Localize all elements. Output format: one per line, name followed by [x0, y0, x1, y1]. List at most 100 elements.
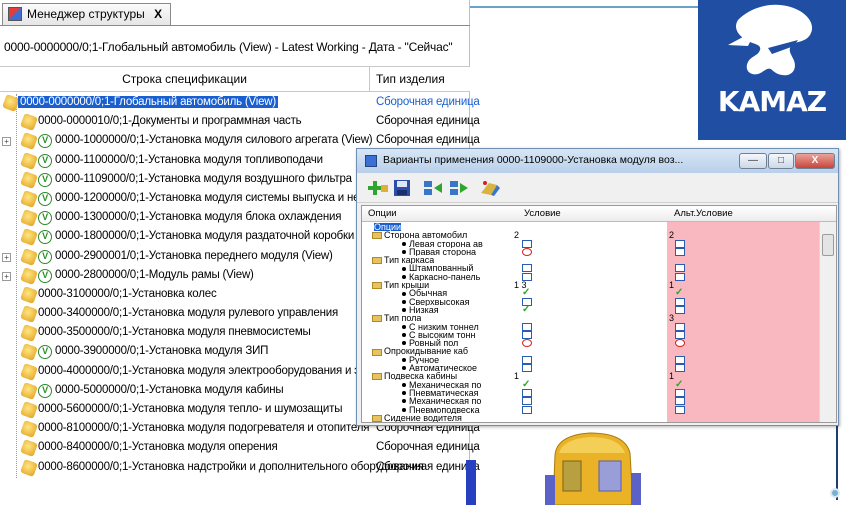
tab-structure-manager[interactable]: Менеджер структуры X: [2, 3, 172, 25]
option-label-cell[interactable]: С высоким тонн: [402, 331, 475, 339]
option-label-cell[interactable]: С низким тоннел: [402, 323, 479, 331]
option-label-cell[interactable]: Штампованный: [402, 264, 473, 272]
option-row[interactable]: Тип пола 3: [362, 314, 820, 323]
option-row[interactable]: Правая сторона: [362, 247, 820, 256]
alt-condition-checkbox[interactable]: [675, 239, 685, 248]
option-row[interactable]: Пневматическая: [362, 388, 820, 397]
option-row[interactable]: Сидение водителя: [362, 414, 820, 422]
option-row[interactable]: Обычная ✓ ✓: [362, 288, 820, 298]
condition-checkbox[interactable]: [522, 397, 532, 406]
option-label-cell[interactable]: Ручное: [402, 356, 439, 364]
alt-condition-checkbox[interactable]: [675, 397, 685, 406]
option-row[interactable]: Тип каркаса: [362, 256, 820, 265]
close-button[interactable]: X: [795, 153, 835, 169]
option-label-cell[interactable]: Обычная: [402, 289, 447, 297]
option-label-cell[interactable]: Автоматическое: [402, 364, 477, 372]
option-label-cell[interactable]: Правая сторона: [402, 248, 476, 256]
option-label-cell[interactable]: Водительское си: [402, 422, 479, 423]
option-label-cell[interactable]: Тип пола: [372, 314, 421, 323]
option-label-cell[interactable]: Сторона автомобил: [372, 231, 467, 240]
option-row[interactable]: Опрокидывание каб: [362, 347, 820, 356]
option-label-cell[interactable]: Левая сторона ав: [402, 240, 483, 248]
option-label-cell[interactable]: Пневмоподвеска: [402, 406, 480, 414]
alt-condition-checkbox[interactable]: [675, 405, 685, 414]
option-label-cell[interactable]: Пневматическая: [402, 389, 478, 397]
condition-checkbox[interactable]: [522, 239, 532, 248]
alt-condition-checkbox[interactable]: [675, 355, 685, 364]
collapse-tree-icon[interactable]: [449, 179, 471, 197]
column-header-alt-condition[interactable]: Альт.Условие: [674, 208, 733, 219]
close-tab-icon[interactable]: X: [154, 7, 162, 21]
option-label-cell[interactable]: Каркасно-панель: [402, 273, 480, 281]
alt-condition-checkbox[interactable]: [675, 264, 685, 273]
condition-checkbox[interactable]: [522, 422, 532, 423]
option-row[interactable]: Сторона автомобил 2 2: [362, 231, 820, 240]
option-label-cell[interactable]: Механическая по: [402, 381, 481, 389]
alt-condition-check-icon[interactable]: ✓: [675, 379, 685, 389]
option-row[interactable]: Подвеска кабины 1 1: [362, 372, 820, 381]
column-header-spec-line[interactable]: Строка спецификации: [0, 67, 370, 91]
option-label-cell[interactable]: Сверхвысокая: [402, 298, 469, 306]
option-label-cell[interactable]: Опции: [374, 223, 402, 231]
condition-forbidden-icon[interactable]: [522, 247, 532, 256]
option-label-cell[interactable]: Подвеска кабины: [372, 372, 457, 381]
alt-condition-check-icon[interactable]: ✓: [675, 288, 685, 298]
condition-checkbox[interactable]: [522, 364, 532, 373]
alt-condition-checkbox[interactable]: [675, 422, 685, 423]
condition-checkbox[interactable]: [522, 355, 532, 364]
option-row[interactable]: Ровный пол: [362, 339, 820, 348]
option-row[interactable]: Сверхвысокая: [362, 297, 820, 306]
option-row[interactable]: Механическая по: [362, 397, 820, 406]
table-row[interactable]: 0000-0000000/0;1-Глобальный автомобиль (…: [0, 94, 480, 113]
condition-checkbox[interactable]: [522, 330, 532, 339]
condition-forbidden-icon[interactable]: [522, 339, 532, 348]
condition-check-icon[interactable]: ✓: [522, 304, 532, 314]
option-row[interactable]: С высоким тонн: [362, 330, 820, 339]
table-row[interactable]: 0000-8400000/0;1-Установка модуля оперен…: [0, 439, 480, 458]
condition-checkbox[interactable]: [522, 264, 532, 273]
alt-condition-checkbox[interactable]: [675, 297, 685, 306]
table-row[interactable]: 0000-0000010/0;1-Документы и программная…: [0, 113, 480, 132]
alt-condition-checkbox[interactable]: [675, 330, 685, 339]
option-label-cell[interactable]: Тип крыши: [372, 281, 429, 290]
option-row[interactable]: Ручное: [362, 355, 820, 364]
condition-check-icon[interactable]: ✓: [522, 379, 532, 389]
option-row[interactable]: Механическая по ✓ ✓: [362, 379, 820, 389]
maximize-button[interactable]: □: [768, 153, 794, 169]
option-row[interactable]: Водительское си: [362, 422, 820, 423]
add-option-icon[interactable]: [367, 179, 389, 197]
expand-tree-icon[interactable]: [423, 179, 445, 197]
save-icon[interactable]: [391, 179, 413, 197]
alt-condition-checkbox[interactable]: [675, 322, 685, 331]
dialog-titlebar[interactable]: Варианты применения 0000-1109000-Установ…: [357, 149, 838, 173]
column-header-options[interactable]: Опции: [368, 208, 397, 219]
table-row[interactable]: 0000-8600000/0;1-Установка надстройки и …: [0, 458, 480, 478]
expand-toggle-icon[interactable]: +: [2, 252, 11, 262]
option-row[interactable]: Штампованный: [362, 264, 820, 273]
condition-check-icon[interactable]: ✓: [522, 288, 532, 298]
column-header-item-type[interactable]: Тип изделия: [376, 67, 445, 91]
alt-condition-checkbox[interactable]: [675, 305, 685, 314]
condition-checkbox[interactable]: [522, 405, 532, 414]
option-row[interactable]: Левая сторона ав: [362, 239, 820, 248]
alt-condition-forbidden-icon[interactable]: [675, 339, 685, 348]
expand-toggle-icon[interactable]: +: [2, 137, 11, 147]
option-label-cell[interactable]: Ровный пол: [402, 339, 458, 347]
option-row[interactable]: Низкая ✓: [362, 304, 820, 314]
option-row[interactable]: Пневмоподвеска: [362, 405, 820, 414]
option-label-cell[interactable]: Опрокидывание каб: [372, 347, 468, 356]
minimize-button[interactable]: —: [739, 153, 767, 169]
alt-condition-checkbox[interactable]: [675, 364, 685, 373]
option-row[interactable]: Автоматическое: [362, 364, 820, 373]
clear-conditions-icon[interactable]: [479, 179, 501, 197]
expand-toggle-icon[interactable]: +: [2, 271, 11, 281]
condition-checkbox[interactable]: [522, 322, 532, 331]
option-row[interactable]: Опции: [362, 223, 820, 231]
column-header-condition[interactable]: Условие: [524, 208, 561, 219]
alt-condition-checkbox[interactable]: [675, 247, 685, 256]
option-row[interactable]: Каркасно-панель: [362, 272, 820, 281]
option-label-cell[interactable]: Тип каркаса: [372, 256, 434, 265]
vertical-scrollbar[interactable]: [819, 222, 836, 422]
option-row[interactable]: С низким тоннел: [362, 322, 820, 331]
option-label-cell[interactable]: Механическая по: [402, 397, 481, 405]
